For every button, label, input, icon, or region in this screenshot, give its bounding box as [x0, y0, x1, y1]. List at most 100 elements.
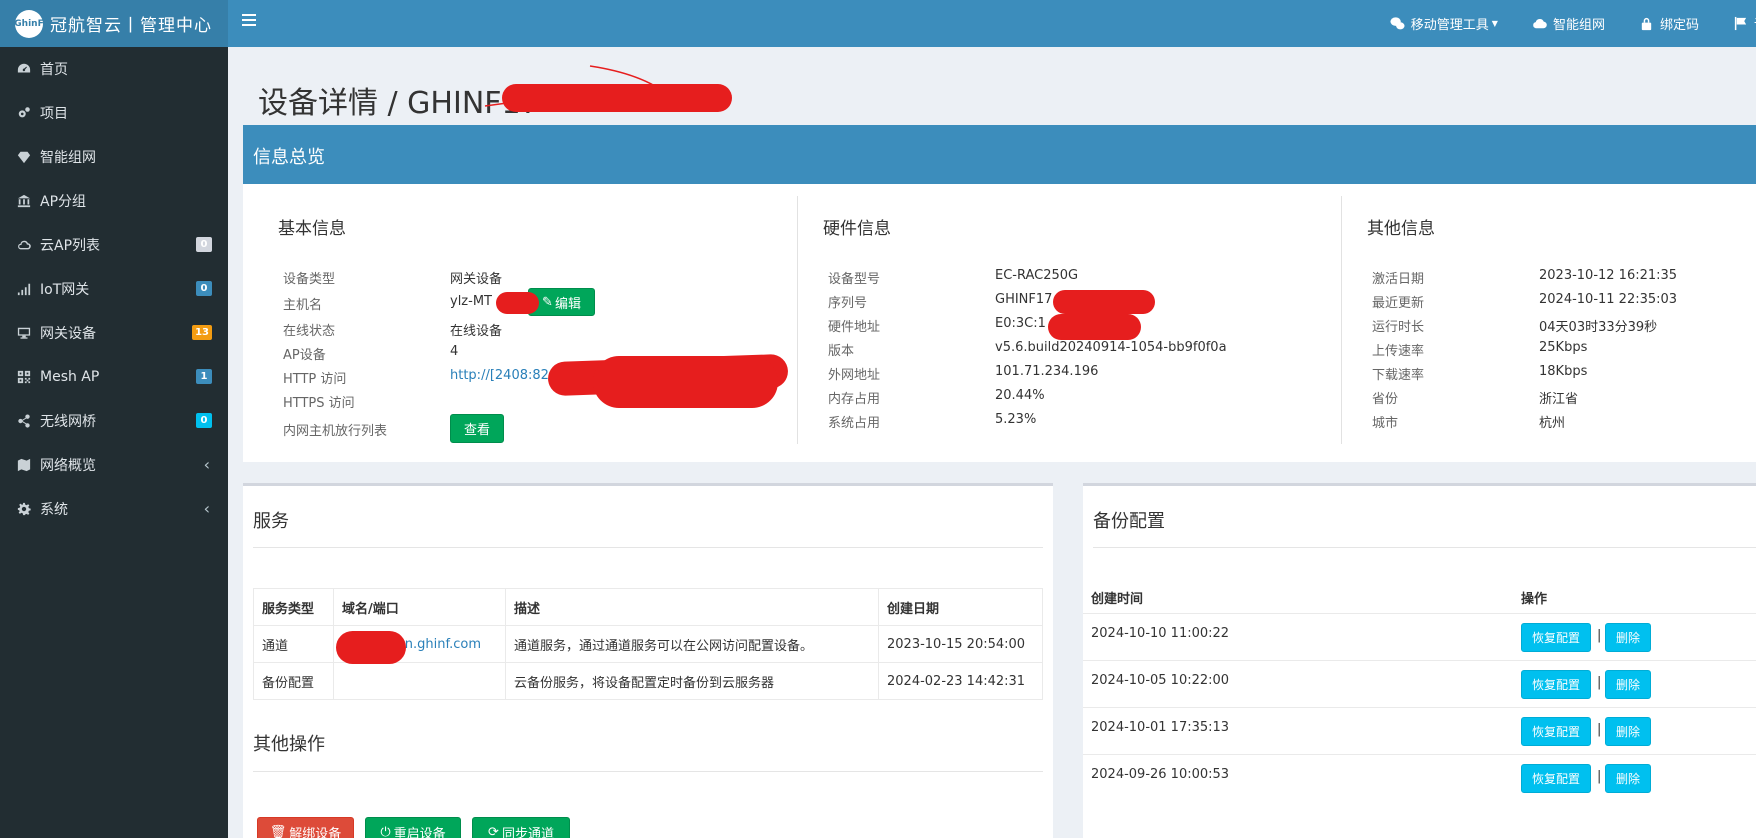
delete-backup-button[interactable]: 删除: [1605, 623, 1651, 652]
city-value: 杭州: [1539, 416, 1566, 431]
sidebar-item-label: 首页: [40, 62, 68, 78]
delete-backup-button[interactable]: 删除: [1605, 764, 1651, 793]
action-separator: |: [1597, 675, 1602, 690]
redaction-mark: [496, 292, 539, 314]
system-usage-value: 5.23%: [995, 412, 1037, 427]
model-label: 设备型号: [828, 272, 881, 287]
bind-code-link[interactable]: 绑定码: [1639, 14, 1699, 33]
unbind-device-button[interactable]: 🗑 解绑设备: [257, 817, 354, 838]
sidebar-item[interactable]: 智能组网: [0, 135, 228, 179]
top-nav-menu: 移动管理工具 ▼ 智能组网 绑定码 语言: [1356, 0, 1756, 47]
download-rate-label: 下载速率: [1372, 368, 1425, 383]
mobile-tools-label: 移动管理工具: [1410, 18, 1489, 33]
uptime-value: 04天03时33分39秒: [1539, 320, 1658, 335]
brand-logo[interactable]: GhinF 冠航智云丨管理中心: [0, 0, 228, 47]
mobile-tools-menu[interactable]: 移动管理工具 ▼: [1390, 14, 1498, 33]
province-value: 浙江省: [1539, 392, 1579, 407]
restore-config-button[interactable]: 恢复配置: [1521, 764, 1591, 793]
divider: [253, 547, 1043, 548]
sync-label: 同步通道: [501, 826, 554, 838]
backup-row: 2024-10-01 17:35:13 恢复配置 | 删除: [1083, 707, 1756, 754]
sidebar-item[interactable]: 系统 ‹: [0, 487, 228, 531]
diamond-icon: [16, 149, 32, 165]
action-separator: |: [1597, 769, 1602, 784]
count-badge: 13: [192, 325, 212, 340]
column-divider: [1341, 196, 1342, 444]
backup-row: 2024-10-05 10:22:00 恢复配置 | 删除: [1083, 660, 1756, 707]
sidebar-item[interactable]: 项目: [0, 91, 228, 135]
sidebar: GhinF 冠航智云丨管理中心 首页项目 智能组网 AP分组 云AP列表 0 IoT网关 0…: [0, 0, 228, 838]
desktop-icon: [16, 325, 32, 341]
edit-icon: ✎: [542, 294, 553, 310]
restore-config-button[interactable]: 恢复配置: [1521, 717, 1591, 746]
redaction-mark: [1048, 314, 1141, 340]
count-badge: 0: [196, 281, 212, 296]
sidebar-item[interactable]: 云AP列表 0: [0, 223, 228, 267]
restore-config-button[interactable]: 恢复配置: [1521, 623, 1591, 652]
sidebar-item[interactable]: IoT网关 0: [0, 267, 228, 311]
sidebar-item[interactable]: 网络概览 ‹: [0, 443, 228, 487]
model-value: EC-RAC250G: [995, 268, 1079, 283]
backup-time: 2024-09-26 10:00:53: [1091, 767, 1230, 782]
caret-down-icon: ▼: [1491, 19, 1498, 28]
reboot-device-button[interactable]: ⏻ 重启设备: [365, 817, 461, 838]
backup-time: 2024-10-01 17:35:13: [1091, 720, 1230, 735]
http-access-link[interactable]: http://[2408:824: [450, 368, 557, 383]
sidebar-item[interactable]: Mesh AP 1: [0, 355, 228, 399]
sidebar-menu: 首页项目 智能组网 AP分组 云AP列表 0 IoT网关 0 网关设备 13 Mesh AP 1 无线…: [0, 47, 228, 531]
service-domain-link[interactable]: n.ghinf.com: [405, 637, 481, 652]
city-label: 城市: [1372, 416, 1399, 431]
reboot-label: 重启设备: [393, 826, 446, 838]
redaction-mark: [593, 356, 778, 408]
smart-network-link[interactable]: 智能组网: [1532, 14, 1605, 33]
services-title: 服务: [253, 511, 289, 532]
upload-rate-value: 25Kbps: [1539, 340, 1588, 355]
version-value: v5.6.build20240914-1054-bb9f0f0a: [995, 340, 1227, 355]
sidebar-item[interactable]: 网关设备 13: [0, 311, 228, 355]
service-desc: 云备份服务，将设备配置定时备份到云服务器: [505, 662, 879, 700]
memory-usage-value: 20.44%: [995, 388, 1045, 403]
sidebar-item[interactable]: AP分组: [0, 179, 228, 223]
system-usage-label: 系统占用: [828, 416, 881, 431]
smart-network-label: 智能组网: [1552, 18, 1605, 33]
language-menu[interactable]: 语言: [1733, 14, 1756, 33]
redaction-stroke: [484, 65, 656, 107]
sidebar-item-label: IoT网关: [40, 282, 90, 298]
sync-channel-button[interactable]: ⟳ 同步通道: [472, 817, 570, 838]
ap-device-label: AP设备: [283, 348, 326, 363]
online-status-value: 在线设备: [450, 324, 503, 339]
brand-title: 冠航智云丨管理中心: [50, 16, 212, 36]
service-date: 2023-10-15 20:54:00: [878, 625, 1043, 663]
sidebar-item[interactable]: 无线网桥 0: [0, 399, 228, 443]
count-badge: 0: [196, 237, 212, 252]
unbind-label: 解绑设备: [289, 826, 342, 838]
delete-backup-button[interactable]: 删除: [1605, 717, 1651, 746]
delete-backup-button[interactable]: 删除: [1605, 670, 1651, 699]
service-domain: [333, 662, 506, 700]
backup-row: 2024-09-26 10:00:53 恢复配置 | 删除: [1083, 754, 1756, 801]
bind-code-label: 绑定码: [1659, 18, 1699, 33]
signal-icon: [16, 281, 32, 297]
hardware-info-title: 硬件信息: [823, 219, 891, 239]
service-date: 2024-02-23 14:42:31: [878, 662, 1043, 700]
sidebar-toggle-icon[interactable]: [242, 14, 256, 26]
top-navbar: 移动管理工具 ▼ 智能组网 绑定码 语言: [228, 0, 1756, 47]
map-icon: [16, 457, 32, 473]
divider: [253, 771, 1043, 772]
upload-rate-label: 上传速率: [1372, 344, 1425, 359]
serial-label: 序列号: [828, 296, 868, 311]
backup-time: 2024-10-10 11:00:22: [1091, 626, 1230, 641]
logo-icon: GhinF: [14, 9, 44, 38]
province-label: 省份: [1372, 392, 1399, 407]
device-type-label: 设备类型: [283, 272, 336, 287]
sidebar-item-label: 网关设备: [40, 326, 96, 342]
wechat-icon: [1390, 17, 1405, 30]
sidebar-item[interactable]: 首页: [0, 47, 228, 91]
restore-config-button[interactable]: 恢复配置: [1521, 670, 1591, 699]
service-desc: 通道服务，通过通道服务可以在公网访问配置设备。: [505, 625, 879, 663]
view-whitelist-button[interactable]: 查看: [450, 414, 504, 443]
hostname-label: 主机名: [283, 298, 323, 313]
sidebar-item-label: Mesh AP: [40, 369, 100, 385]
power-icon: ⏻: [380, 824, 391, 838]
memory-usage-label: 内存占用: [828, 392, 881, 407]
